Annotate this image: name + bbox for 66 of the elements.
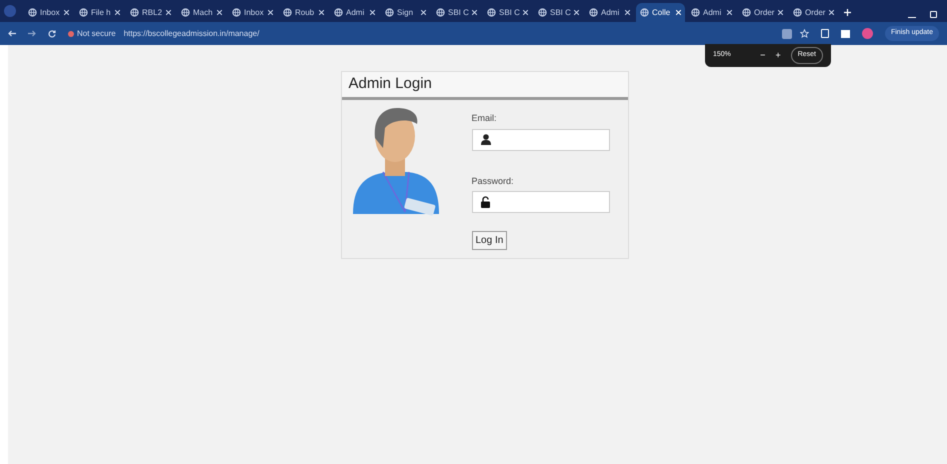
globe-icon xyxy=(283,8,292,17)
globe-icon xyxy=(793,8,802,17)
close-icon[interactable] xyxy=(574,10,579,15)
user-icon xyxy=(480,134,490,145)
close-icon[interactable] xyxy=(421,10,426,15)
close-icon[interactable] xyxy=(523,10,528,15)
globe-icon xyxy=(334,8,343,17)
browser-tab[interactable]: Admi xyxy=(585,3,634,22)
reload-icon[interactable] xyxy=(48,30,56,38)
browser-tab[interactable]: Order xyxy=(789,3,838,22)
login-button[interactable]: Log In xyxy=(472,231,508,250)
close-icon[interactable] xyxy=(115,10,120,15)
browser-tab[interactable]: Admi xyxy=(687,3,736,22)
globe-icon xyxy=(640,8,649,17)
address-bar[interactable]: Not secure https://bscollegeadmission.in/manage/ xyxy=(68,25,809,42)
globe-icon xyxy=(181,8,190,17)
globe-icon xyxy=(487,8,496,17)
globe-icon xyxy=(691,8,700,17)
close-icon[interactable] xyxy=(829,10,834,15)
close-icon[interactable] xyxy=(217,10,222,15)
url-text: https://bscollegeadmission.in/manage/ xyxy=(124,28,260,40)
forward-icon[interactable] xyxy=(28,30,36,37)
close-icon[interactable] xyxy=(64,10,69,15)
globe-icon xyxy=(79,8,88,17)
star-icon[interactable] xyxy=(800,29,809,38)
password-label: Password: xyxy=(472,174,515,188)
browser-tab[interactable]: Order xyxy=(738,3,787,22)
card-title: Admin Login xyxy=(348,74,432,94)
browser-tab[interactable]: SBI C xyxy=(483,3,532,22)
close-icon[interactable] xyxy=(625,10,630,15)
maximize-icon[interactable] xyxy=(930,11,937,18)
globe-icon xyxy=(589,8,598,17)
browser-tab[interactable]: File h xyxy=(75,3,124,22)
close-icon[interactable] xyxy=(268,10,273,15)
zoom-in-button[interactable]: + xyxy=(775,48,781,62)
browser-tab[interactable]: Admi xyxy=(330,3,379,22)
password-field[interactable] xyxy=(472,191,610,213)
browser-tab[interactable]: Inbox xyxy=(228,3,277,22)
browser-tab[interactable]: SBI C xyxy=(432,3,481,22)
email-label: Email: xyxy=(472,112,498,125)
globe-icon xyxy=(436,8,445,17)
lock-icon xyxy=(480,196,490,208)
browser-tab[interactable]: Sign xyxy=(381,3,430,22)
browser-tab[interactable]: Inbox xyxy=(24,3,73,22)
browser-tab[interactable]: Mach xyxy=(177,3,226,22)
globe-icon xyxy=(385,8,394,17)
new-tab-icon[interactable] xyxy=(844,9,851,16)
globe-icon xyxy=(28,8,37,17)
close-icon[interactable] xyxy=(319,10,324,15)
email-field[interactable] xyxy=(472,128,610,150)
globe-icon xyxy=(232,8,241,17)
browser-tab[interactable]: Colle xyxy=(636,3,685,22)
close-icon[interactable] xyxy=(472,10,477,15)
browser-tab[interactable]: SBI C xyxy=(534,3,583,22)
globe-icon xyxy=(538,8,547,17)
close-icon[interactable] xyxy=(166,10,171,15)
back-icon[interactable] xyxy=(8,30,16,37)
browser-tab[interactable]: Roub xyxy=(279,3,328,22)
zoom-out-button[interactable]: − xyxy=(760,48,766,62)
globe-icon xyxy=(742,8,751,17)
close-icon[interactable] xyxy=(370,10,375,15)
globe-icon xyxy=(130,8,139,17)
security-indicator[interactable]: Not secure xyxy=(68,28,116,40)
browser-tab[interactable]: RBL2 xyxy=(126,3,175,22)
close-icon[interactable] xyxy=(778,10,783,15)
close-icon[interactable] xyxy=(727,10,732,15)
